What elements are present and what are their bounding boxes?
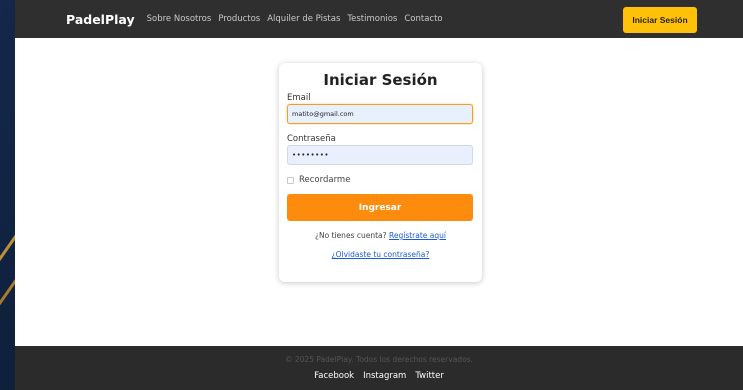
email-label: Email [287,93,311,103]
nav-link-productos[interactable]: Productos [218,14,260,24]
nav-link-alquiler-pistas[interactable]: Alquiler de Pistas [267,14,340,24]
browser-page: PadelPlay Sobre Nosotros Productos Alqui… [15,0,743,390]
footer: © 2025 PadelPlay. Todos los derechos res… [15,346,743,390]
forgot-row: ¿Olvidaste tu contraseña? [287,250,474,259]
facebook-link[interactable]: Facebook [314,371,354,381]
navbar: PadelPlay Sobre Nosotros Productos Alqui… [15,0,743,38]
password-label: Contraseña [287,134,336,144]
nav-link-sobre-nosotros[interactable]: Sobre Nosotros [147,14,212,24]
header-login-button[interactable]: Iniciar Sesión [623,7,697,33]
nav-link-testimonios[interactable]: Testimonios [347,14,397,24]
nav-links: Sobre Nosotros Productos Alquiler de Pis… [147,14,443,24]
register-link[interactable]: Regístrate aquí [389,231,446,240]
main-content: Iniciar Sesión Email matito@gmail.com Co… [15,38,743,346]
login-title: Iniciar Sesión [323,71,438,89]
copyright-text: © 2025 PadelPlay. Todos los derechos res… [285,355,473,364]
remember-checkbox[interactable] [287,176,294,184]
forgot-password-link[interactable]: ¿Olvidaste tu contraseña? [332,250,430,259]
submit-button[interactable]: Ingresar [287,194,473,221]
email-field[interactable]: matito@gmail.com [287,104,473,124]
register-prompt: ¿No tienes cuenta? [314,231,387,240]
nav-link-contacto[interactable]: Contacto [404,14,442,24]
register-prompt-row: ¿No tienes cuenta? Regístrate aquí [287,231,474,240]
remember-row: Recordarme [287,175,474,185]
login-card: Iniciar Sesión Email matito@gmail.com Co… [279,63,482,282]
brand-logo[interactable]: PadelPlay [66,12,135,27]
remember-label[interactable]: Recordarme [299,175,350,185]
password-field[interactable]: •••••••• [287,145,473,165]
instagram-link[interactable]: Instagram [363,371,406,381]
twitter-link[interactable]: Twitter [415,371,444,381]
social-links: Facebook Instagram Twitter [15,371,743,381]
